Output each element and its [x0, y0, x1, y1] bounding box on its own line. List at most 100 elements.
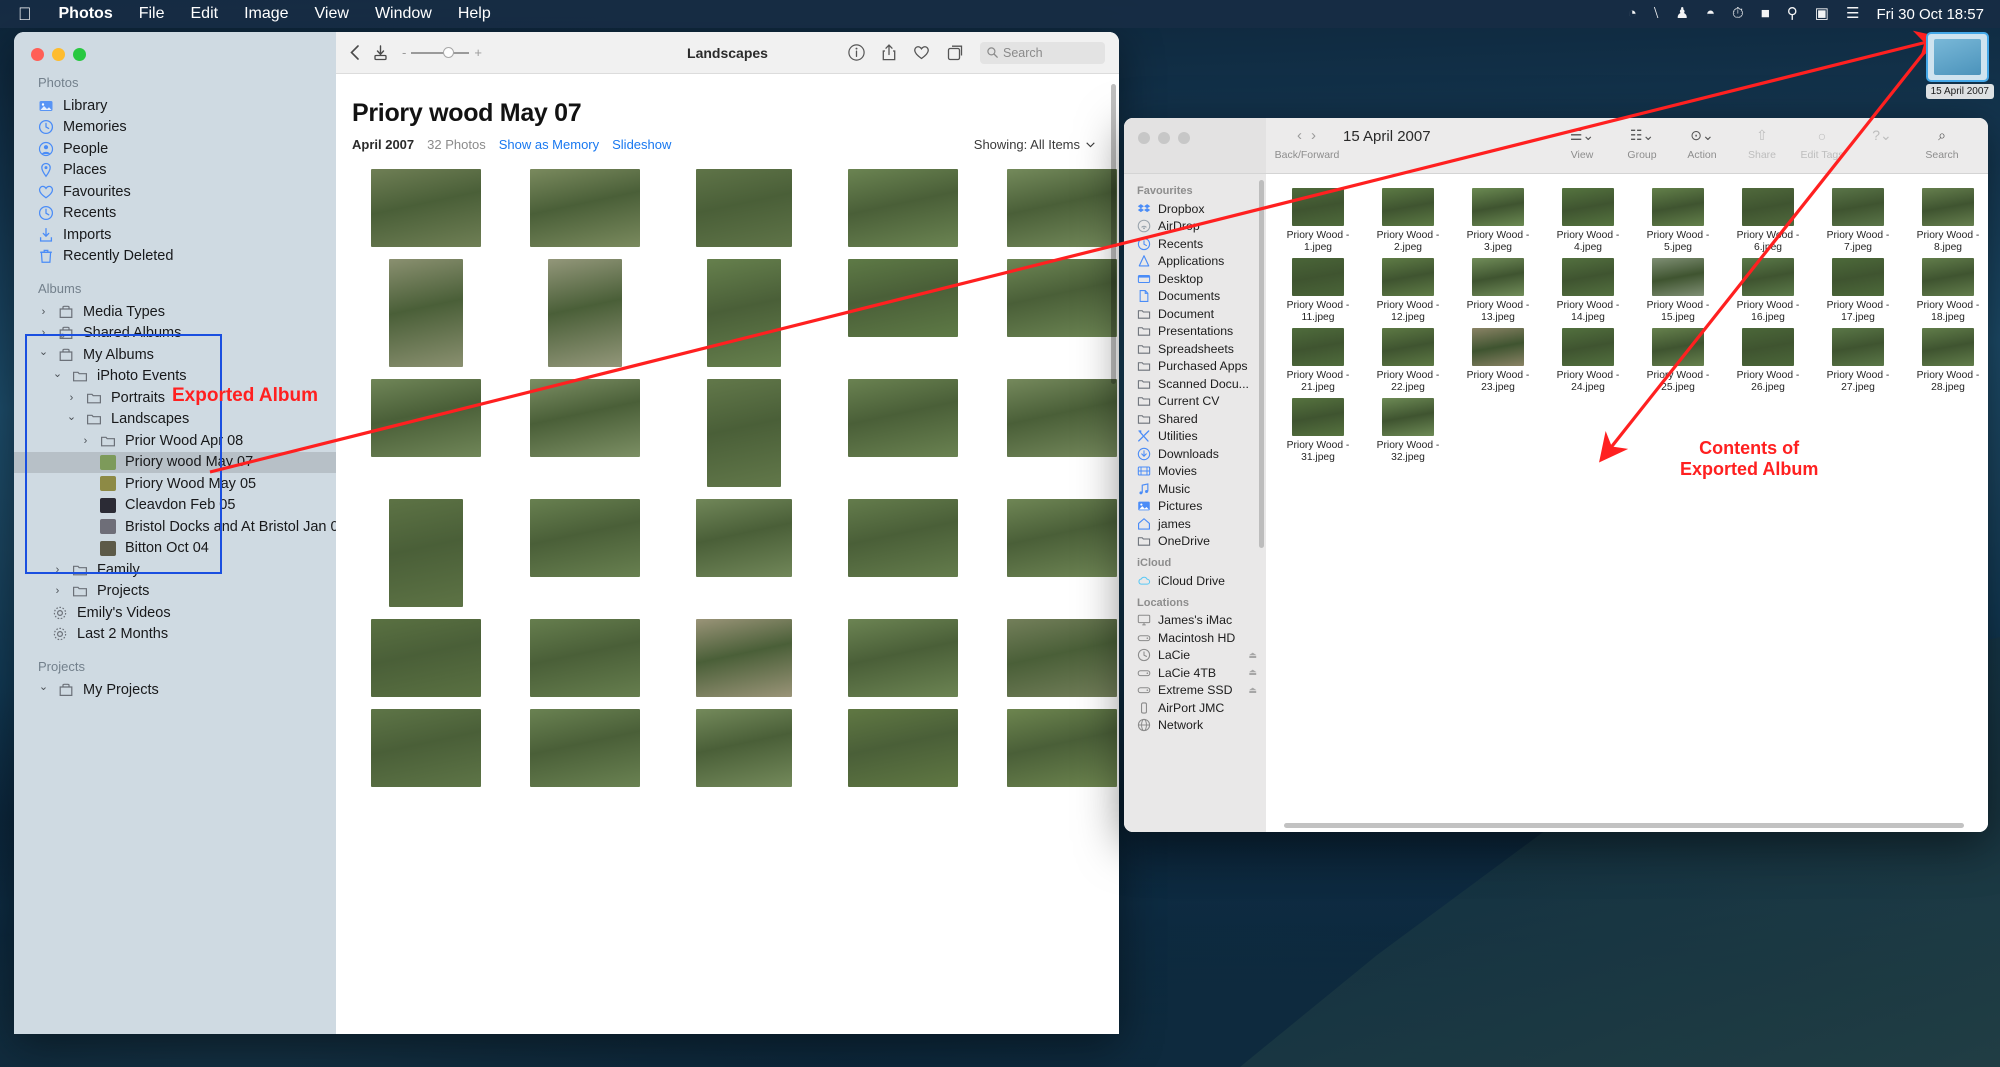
finder-file-item[interactable]: Priory Wood - 26.jpeg — [1724, 328, 1812, 394]
photo-thumbnail[interactable] — [847, 169, 958, 247]
chevron-right-icon[interactable]: › — [38, 306, 49, 318]
zoom-in-label[interactable]: + — [474, 45, 482, 60]
photo-thumbnail-cell[interactable] — [352, 169, 499, 247]
import-icon[interactable] — [373, 44, 388, 61]
photo-thumbnail[interactable] — [847, 259, 958, 337]
photo-thumbnail-cell[interactable] — [511, 259, 658, 367]
search-icon[interactable]: ⌕ — [1938, 127, 1946, 144]
photo-thumbnail[interactable] — [529, 169, 640, 247]
sidebar-item-bitton-oct-04[interactable]: Bitton Oct 04 — [14, 538, 336, 560]
sidebar-item-people[interactable]: People — [14, 138, 336, 160]
photo-thumbnail-cell[interactable] — [511, 499, 658, 577]
photo-thumbnail-cell[interactable] — [670, 499, 817, 577]
finder-file-item[interactable]: Priory Wood - 23.jpeg — [1454, 328, 1542, 394]
photo-thumbnail-cell[interactable] — [829, 619, 976, 697]
finder-file-item[interactable]: Priory Wood - 6.jpeg — [1724, 188, 1812, 254]
photo-thumbnail[interactable] — [847, 709, 958, 787]
group-icon[interactable]: ☷⌄ — [1630, 127, 1654, 144]
photo-thumbnail[interactable] — [529, 379, 640, 457]
sidebar-item-iphoto-events[interactable]: ⌄ iPhoto Events — [14, 366, 336, 388]
photo-thumbnail[interactable] — [1006, 259, 1117, 337]
sidebar-item-shared-albums[interactable]: › Shared Albums — [14, 323, 336, 345]
user-icon[interactable]: ♟ — [1676, 0, 1689, 28]
photo-thumbnail[interactable] — [1006, 619, 1117, 697]
photo-thumbnail[interactable] — [847, 379, 958, 457]
finder-sidebar-item-current-cv[interactable]: Current CV — [1124, 393, 1266, 411]
finder-horizontal-scrollbar[interactable] — [1284, 823, 1988, 828]
finder-minimize-button[interactable] — [1158, 132, 1170, 144]
photo-thumbnail-cell[interactable] — [988, 709, 1119, 787]
finder-file-thumbnail[interactable] — [1742, 328, 1794, 366]
share-icon[interactable] — [882, 44, 896, 61]
info-icon[interactable] — [848, 44, 865, 61]
finder-file-item[interactable]: Priory Wood - 3.jpeg — [1454, 188, 1542, 254]
photo-thumbnail[interactable] — [695, 709, 792, 787]
sidebar-item-priory-wood-may-07[interactable]: Priory wood May 07 — [14, 451, 336, 473]
finder-file-thumbnail[interactable] — [1652, 328, 1704, 366]
finder-sidebar-item-icloud-drive[interactable]: iCloud Drive — [1124, 572, 1266, 590]
finder-sidebar-item-music[interactable]: Music — [1124, 480, 1266, 498]
chevron-down-icon[interactable]: ⌄ — [38, 345, 49, 358]
action-icon[interactable]: ⊙⌄ — [1690, 127, 1713, 144]
finder-sidebar-scrollbar[interactable] — [1259, 180, 1264, 548]
finder-file-item[interactable]: Priory Wood - 18.jpeg — [1904, 258, 1988, 324]
finder-file-thumbnail[interactable] — [1652, 258, 1704, 296]
finder-file-thumbnail[interactable] — [1562, 328, 1614, 366]
finder-file-thumbnail[interactable] — [1382, 258, 1434, 296]
sidebar-item-last-2-months[interactable]: Last 2 Months — [14, 624, 336, 646]
screen-icon[interactable]: ▣ — [1815, 0, 1829, 28]
menu-item-image[interactable]: Image — [231, 0, 301, 28]
menu-item-view[interactable]: View — [302, 0, 362, 28]
maximize-button[interactable] — [73, 48, 86, 61]
finder-file-thumbnail[interactable] — [1382, 328, 1434, 366]
sidebar-item-places[interactable]: Places — [14, 160, 336, 182]
finder-sidebar-item-recents[interactable]: Recents — [1124, 235, 1266, 253]
finder-file-thumbnail[interactable] — [1292, 328, 1344, 366]
photo-thumbnail-cell[interactable] — [988, 499, 1119, 577]
finder-sidebar-item-dropbox[interactable]: Dropbox — [1124, 200, 1266, 218]
photo-thumbnail[interactable] — [370, 169, 481, 247]
photo-thumbnail-cell[interactable] — [988, 619, 1119, 697]
sidebar-item-prior-wood-apr-08[interactable]: › Prior Wood Apr 08 — [14, 430, 336, 452]
menu-item-help[interactable]: Help — [445, 0, 504, 28]
photo-thumbnail-cell[interactable] — [352, 709, 499, 787]
finder-file-item[interactable]: Priory Wood - 4.jpeg — [1544, 188, 1632, 254]
finder-sidebar-item-purchased-apps[interactable]: Purchased Apps — [1124, 358, 1266, 376]
battery-icon[interactable]: ■ — [1761, 0, 1770, 28]
finder-tool-share[interactable]: ⇧ Share — [1732, 127, 1792, 161]
photo-thumbnail-cell[interactable] — [988, 259, 1119, 337]
photo-thumbnail-cell[interactable] — [670, 379, 817, 487]
photo-thumbnail-cell[interactable] — [829, 709, 976, 787]
share-icon[interactable]: ⇧ — [1756, 127, 1768, 144]
finder-file-item[interactable]: Priory Wood - 15.jpeg — [1634, 258, 1722, 324]
zoom-out-label[interactable]: - — [402, 45, 406, 60]
search-input[interactable]: Search — [980, 41, 1105, 64]
sidebar-item-memories[interactable]: Memories — [14, 117, 336, 139]
sidebar-item-imports[interactable]: Imports — [14, 224, 336, 246]
photo-thumbnail-cell[interactable] — [988, 169, 1119, 247]
photo-thumbnail[interactable] — [529, 709, 640, 787]
finder-file-thumbnail[interactable] — [1472, 188, 1524, 226]
photo-thumbnail[interactable] — [695, 499, 792, 577]
focus-icon[interactable]: ◔ — [1628, 0, 1637, 28]
search-icon[interactable]: ⚲ — [1787, 0, 1798, 28]
finder-tool-help[interactable]: ?⌄ — [1852, 127, 1912, 161]
finder-tool-view[interactable]: ☰⌄ View — [1552, 127, 1612, 161]
show-as-memory-link[interactable]: Show as Memory — [499, 137, 599, 152]
finder-sidebar-item-network[interactable]: Network — [1124, 717, 1266, 735]
finder-sidebar-item-movies[interactable]: Movies — [1124, 463, 1266, 481]
photos-scrollbar[interactable] — [1111, 84, 1116, 844]
photo-thumbnail[interactable] — [370, 379, 481, 457]
wifi-icon[interactable]: ◓ — [1706, 0, 1715, 28]
finder-file-thumbnail[interactable] — [1562, 258, 1614, 296]
showing-filter-dropdown[interactable]: Showing: All Items — [974, 137, 1095, 152]
finder-file-thumbnail[interactable] — [1382, 398, 1434, 436]
sidebar-item-landscapes[interactable]: ⌄ Landscapes — [14, 409, 336, 431]
finder-file-thumbnail[interactable] — [1292, 398, 1344, 436]
finder-file-thumbnail[interactable] — [1472, 258, 1524, 296]
finder-tool-edit-tags[interactable]: ○ Edit Tags — [1792, 127, 1852, 162]
photo-thumbnail-cell[interactable] — [511, 709, 658, 787]
menu-item-photos[interactable]: Photos — [46, 0, 126, 28]
photo-thumbnail[interactable] — [695, 619, 792, 697]
sidebar-item-my-projects[interactable]: ⌄ My Projects — [14, 679, 336, 701]
